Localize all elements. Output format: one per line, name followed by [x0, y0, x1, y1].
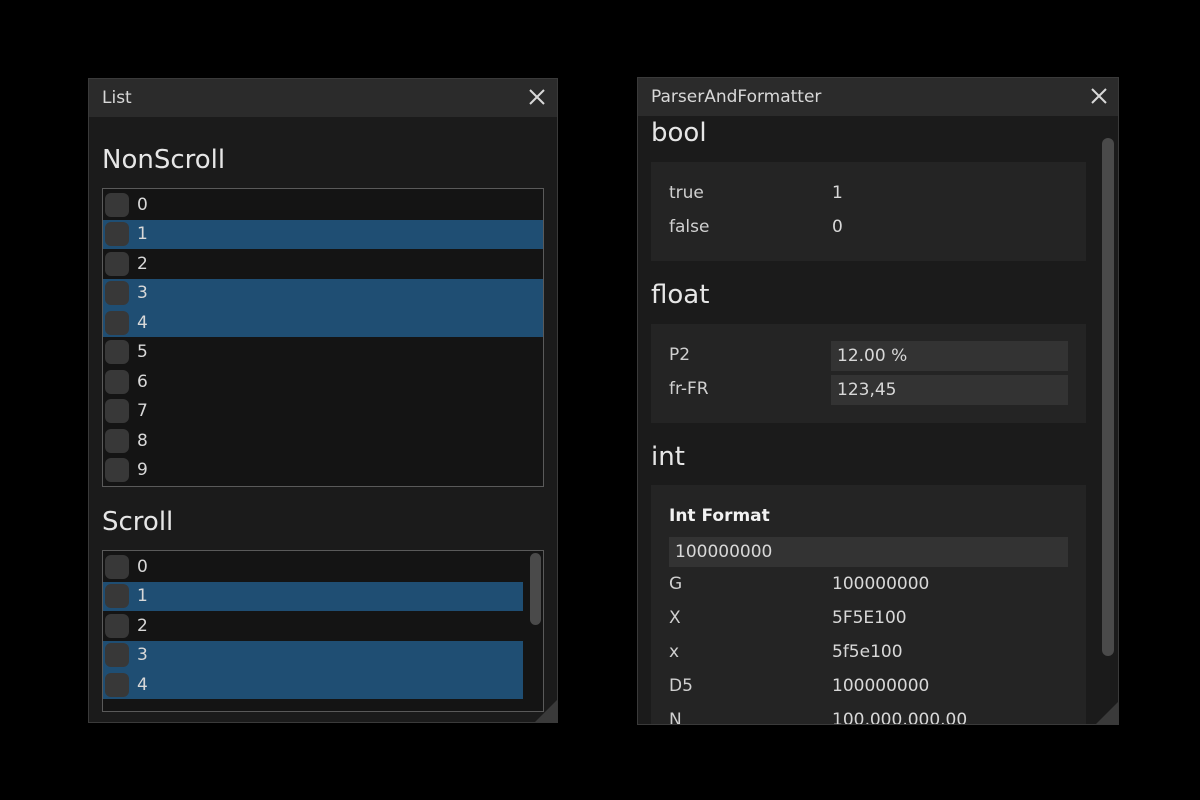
list-item[interactable]: 9 — [103, 456, 543, 485]
int-format-field[interactable]: 100000000 — [669, 537, 1068, 567]
int-group: Int Format 100000000 G 100000000 X 5F5E1… — [651, 485, 1086, 725]
nonscroll-heading: NonScroll — [102, 145, 226, 175]
int-key-x-lower: x — [669, 642, 680, 662]
item-checkbox[interactable] — [105, 310, 129, 335]
scroll-list-scrollbar[interactable] — [527, 551, 543, 711]
list-item-label: 1 — [137, 586, 148, 606]
list-window: List NonScroll 0 1 2 3 4 5 6 7 8 9 Scroll 0 1 2 3 4 — [88, 78, 558, 723]
list-item[interactable]: 5 — [103, 338, 543, 367]
item-checkbox[interactable] — [105, 399, 129, 423]
parser-window: ParserAndFormatter bool true 1 false 0 f… — [637, 77, 1119, 725]
item-checkbox[interactable] — [105, 672, 129, 697]
int-value-g: 100000000 — [832, 574, 930, 594]
int-key-x-upper: X — [669, 608, 681, 628]
parser-scrollbar[interactable] — [1098, 116, 1116, 722]
list-window-titlebar[interactable]: List — [89, 79, 557, 117]
int-value-d5: 100000000 — [832, 676, 930, 696]
list-item[interactable]: 2 — [103, 611, 523, 640]
list-item[interactable]: 3 — [103, 278, 543, 308]
list-item[interactable]: 1 — [103, 581, 523, 611]
float-fr-fr-value: 123,45 — [837, 380, 897, 400]
list-item-label: 6 — [137, 371, 148, 392]
close-button[interactable] — [525, 85, 549, 109]
item-checkbox[interactable] — [105, 281, 129, 305]
bool-group: true 1 false 0 — [651, 162, 1086, 261]
list-item[interactable]: 8 — [103, 426, 543, 455]
list-item[interactable]: 4 — [103, 670, 523, 699]
item-checkbox[interactable] — [105, 643, 129, 667]
list-item-label: 9 — [137, 460, 148, 480]
list-item[interactable]: 4 — [103, 308, 543, 337]
bool-key-false: false — [669, 217, 710, 237]
window-title: ParserAndFormatter — [651, 87, 822, 107]
item-checkbox[interactable] — [105, 340, 129, 364]
list-item[interactable]: 0 — [103, 552, 523, 581]
int-heading: int — [651, 442, 685, 472]
list-item[interactable]: 7 — [103, 397, 543, 426]
list-item[interactable]: 6 — [103, 367, 543, 396]
int-key-n: N — [669, 710, 682, 725]
item-checkbox[interactable] — [105, 369, 129, 394]
parser-window-titlebar[interactable]: ParserAndFormatter — [638, 78, 1118, 116]
float-heading: float — [651, 280, 710, 310]
list-item-label: 0 — [137, 194, 148, 215]
resize-grip-icon — [1096, 702, 1118, 724]
float-p2-field[interactable]: 12.00 % — [831, 341, 1068, 371]
item-checkbox[interactable] — [105, 251, 129, 276]
bool-key-true: true — [669, 183, 704, 203]
scroll-list[interactable]: 0 1 2 3 4 — [102, 550, 544, 712]
item-checkbox[interactable] — [105, 554, 129, 579]
bool-value-false: 0 — [832, 217, 843, 237]
list-item-label: 2 — [137, 253, 148, 274]
int-value-x-lower: 5f5e100 — [832, 642, 903, 662]
list-item[interactable]: 1 — [103, 219, 543, 249]
item-checkbox[interactable] — [105, 584, 129, 608]
list-item-label: 5 — [137, 342, 148, 362]
scroll-list-scrollbar-thumb[interactable] — [530, 553, 541, 625]
list-item-label: 1 — [137, 224, 148, 244]
window-title: List — [102, 88, 132, 108]
int-format-label: Int Format — [669, 506, 770, 526]
list-item-label: 3 — [137, 283, 148, 303]
close-button[interactable] — [1087, 84, 1111, 108]
float-key-p2: P2 — [669, 345, 691, 365]
resize-grip[interactable] — [1094, 700, 1118, 724]
int-key-g: G — [669, 574, 683, 594]
float-key-fr-fr: fr-FR — [669, 379, 709, 399]
list-item-label: 2 — [137, 615, 148, 636]
int-format-value: 100000000 — [675, 542, 773, 562]
list-item-label: 3 — [137, 645, 148, 665]
close-icon — [529, 89, 545, 105]
float-fr-fr-field[interactable]: 123,45 — [831, 375, 1068, 405]
int-value-n: 100,000,000.00 — [832, 710, 968, 725]
item-checkbox[interactable] — [105, 613, 129, 638]
list-item-label: 8 — [137, 430, 148, 451]
item-checkbox[interactable] — [105, 222, 129, 246]
float-group: P2 12.00 % fr-FR 123,45 — [651, 324, 1086, 423]
int-value-x-upper: 5F5E100 — [832, 608, 907, 628]
bool-value-true: 1 — [832, 183, 843, 203]
resize-grip-icon — [535, 700, 557, 722]
item-checkbox[interactable] — [105, 458, 129, 482]
list-item[interactable]: 3 — [103, 640, 523, 670]
bool-heading: bool — [651, 118, 707, 148]
float-p2-value: 12.00 % — [837, 346, 908, 366]
parser-scrollbar-thumb[interactable] — [1102, 138, 1114, 656]
list-item[interactable]: 2 — [103, 249, 543, 278]
close-icon — [1091, 88, 1107, 104]
scroll-heading: Scroll — [102, 507, 174, 537]
list-item-label: 4 — [137, 674, 148, 695]
int-key-d5: D5 — [669, 676, 693, 696]
nonscroll-list[interactable]: 0 1 2 3 4 5 6 7 8 9 — [102, 188, 544, 487]
list-item-label: 7 — [137, 401, 148, 421]
list-item-label: 4 — [137, 312, 148, 333]
item-checkbox[interactable] — [105, 428, 129, 453]
list-item-label: 0 — [137, 556, 148, 577]
resize-grip[interactable] — [533, 698, 557, 722]
item-checkbox[interactable] — [105, 192, 129, 217]
list-item[interactable]: 0 — [103, 190, 543, 219]
